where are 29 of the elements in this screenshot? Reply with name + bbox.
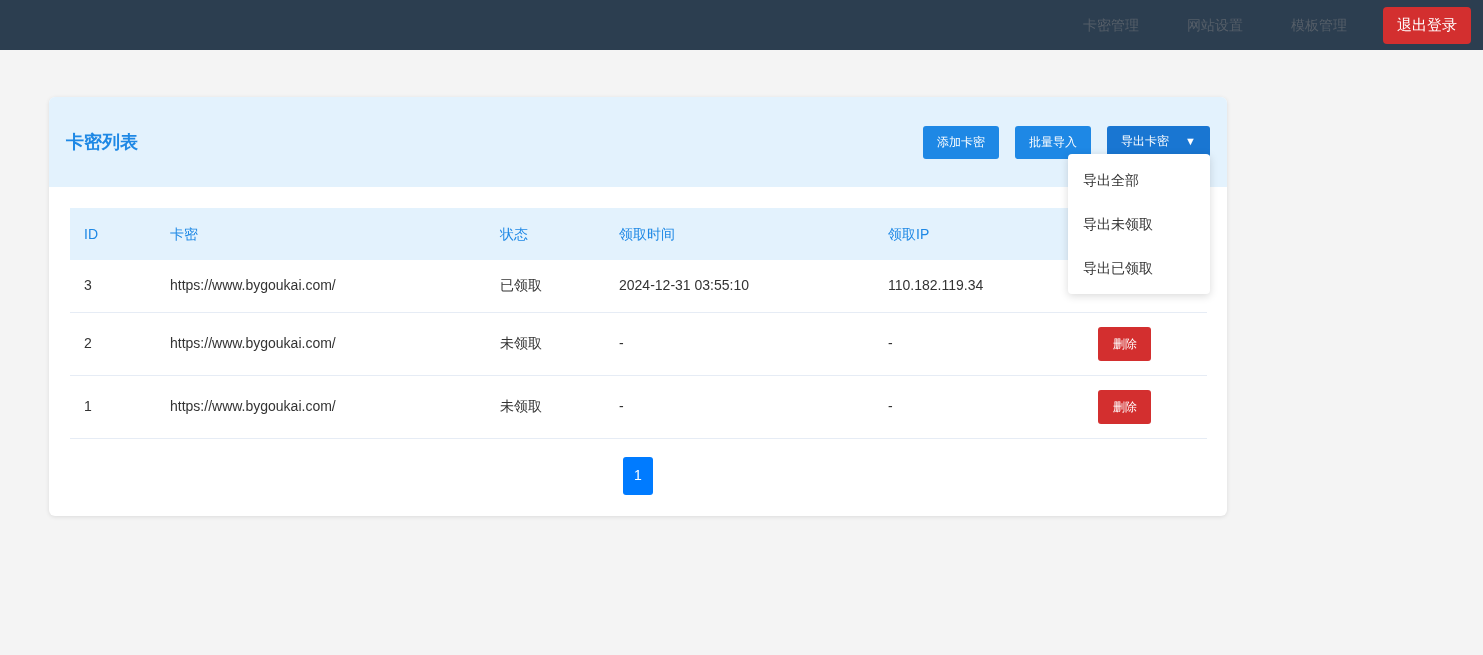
table-cell: 未领取 bbox=[486, 375, 605, 438]
table-cell: 已领取 bbox=[486, 260, 605, 312]
action-button[interactable]: 添加卡密 bbox=[923, 125, 999, 159]
dropdown-item[interactable]: 导出全部 bbox=[1068, 158, 1210, 202]
column-header: 领取时间 bbox=[605, 208, 874, 260]
table-cell: 1 bbox=[70, 375, 156, 438]
action-button[interactable]: 批量导入 bbox=[1015, 125, 1091, 159]
card-title: 卡密列表 bbox=[66, 130, 138, 154]
table-cell: 未领取 bbox=[486, 312, 605, 375]
export-dropdown-button[interactable]: 导出卡密 ▼ bbox=[1107, 125, 1210, 157]
table-cell: - bbox=[874, 312, 1084, 375]
column-header: ID bbox=[70, 208, 156, 260]
table-cell: 3 bbox=[70, 260, 156, 312]
caret-icon: ▼ bbox=[1185, 132, 1196, 150]
table-cell: - bbox=[605, 312, 874, 375]
page-button[interactable]: 1 bbox=[623, 456, 653, 495]
table-cell: https://www.bygoukai.com/ bbox=[156, 375, 486, 438]
table-cell: 2 bbox=[70, 312, 156, 375]
table-cell: - bbox=[874, 375, 1084, 438]
logout-button[interactable]: 退出登录 bbox=[1383, 6, 1471, 44]
delete-button[interactable]: 删除 bbox=[1098, 326, 1151, 361]
table-cell: 2024-12-31 03:55:10 bbox=[605, 260, 874, 312]
column-header: 卡密 bbox=[156, 208, 486, 260]
delete-button[interactable]: 删除 bbox=[1098, 389, 1151, 424]
table-cell: - bbox=[605, 375, 874, 438]
table-cell: https://www.bygoukai.com/ bbox=[156, 312, 486, 375]
table-cell: 110.182.119.34 bbox=[874, 260, 1084, 312]
column-header: 状态 bbox=[486, 208, 605, 260]
table-cell: https://www.bygoukai.com/ bbox=[156, 260, 486, 312]
